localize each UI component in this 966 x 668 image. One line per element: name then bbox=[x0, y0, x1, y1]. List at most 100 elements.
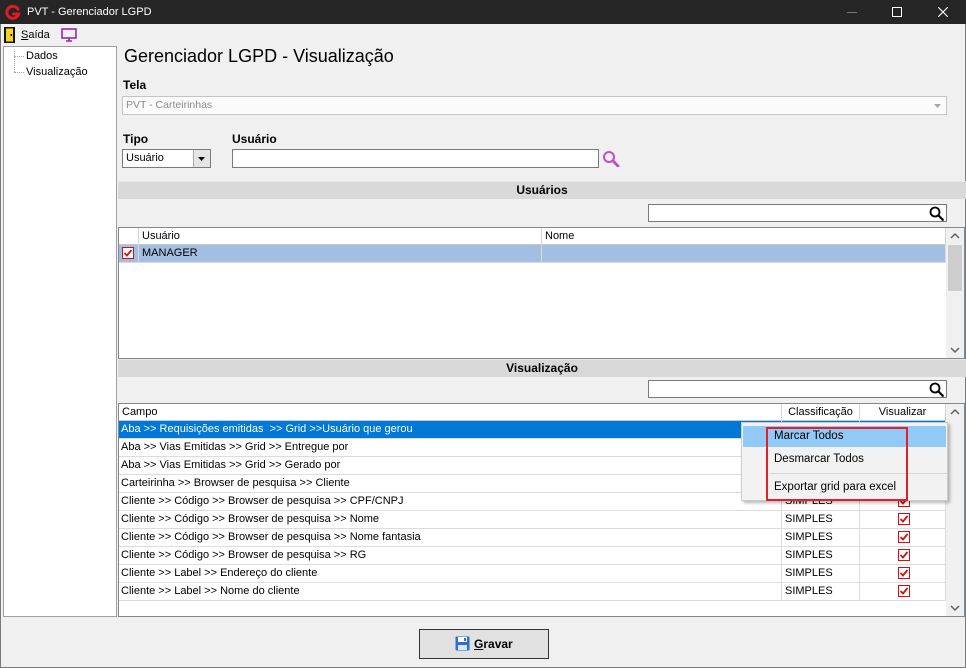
campo-cell: Carteirinha >> Browser de pesquisa >> Cl… bbox=[119, 475, 782, 493]
header-usuario[interactable]: Usuário bbox=[139, 228, 542, 245]
table-row[interactable]: MANAGER bbox=[119, 245, 946, 263]
tree-item-dados[interactable]: Dados bbox=[26, 49, 58, 63]
usuarios-filter[interactable] bbox=[648, 204, 947, 222]
save-button[interactable]: Gravar bbox=[419, 629, 549, 659]
tela-dropdown-button bbox=[929, 97, 946, 114]
chevron-down-icon bbox=[950, 347, 960, 354]
campo-cell: Aba >> Vias Emitidas >> Grid >> Entregue… bbox=[119, 439, 782, 457]
header-check-column[interactable] bbox=[119, 228, 139, 245]
usuarios-section-header: Usuários bbox=[118, 181, 966, 199]
classificacao-cell: SIMPLES bbox=[782, 547, 860, 565]
usuario-input[interactable] bbox=[232, 149, 599, 168]
tela-select-value: PVT - Carteirinhas bbox=[126, 99, 213, 111]
visualizacao-grid-scrollbar[interactable] bbox=[946, 404, 964, 616]
grid-header: Usuário Nome bbox=[119, 228, 946, 245]
scroll-down-button[interactable] bbox=[946, 341, 964, 358]
check-icon bbox=[899, 551, 909, 559]
visualizar-cell bbox=[860, 529, 946, 547]
exit-door-icon bbox=[4, 27, 15, 43]
header-campo[interactable]: Campo bbox=[119, 404, 782, 421]
chevron-up-icon bbox=[950, 408, 960, 415]
scroll-up-button[interactable] bbox=[946, 404, 964, 421]
visualizar-checkbox[interactable] bbox=[898, 549, 910, 561]
floppy-save-icon bbox=[455, 636, 470, 651]
check-icon bbox=[899, 569, 909, 577]
campo-cell: Cliente >> Código >> Browser de pesquisa… bbox=[119, 529, 782, 547]
campo-cell: Aba >> Vias Emitidas >> Grid >> Gerado p… bbox=[119, 457, 782, 475]
tree-connector-line bbox=[14, 51, 15, 72]
maximize-button[interactable] bbox=[874, 0, 920, 24]
visualizar-checkbox[interactable] bbox=[898, 585, 910, 597]
title-bar[interactable]: PVT - Gerenciador LGPD bbox=[0, 0, 966, 24]
visualizar-checkbox[interactable] bbox=[898, 567, 910, 579]
chevron-down-icon bbox=[934, 104, 941, 108]
usuario-cell: MANAGER bbox=[139, 245, 542, 263]
visualizar-cell bbox=[860, 511, 946, 529]
search-icon[interactable] bbox=[929, 206, 944, 221]
visualizacao-filter[interactable] bbox=[648, 380, 947, 398]
classificacao-cell: SIMPLES bbox=[782, 511, 860, 529]
navigation-tree[interactable]: Dados Visualização bbox=[3, 46, 117, 617]
search-icon bbox=[603, 151, 620, 167]
table-row[interactable]: Cliente >> Código >> Browser de pesquisa… bbox=[119, 529, 946, 547]
tipo-select-value: Usuário bbox=[126, 152, 164, 164]
tela-label: Tela bbox=[123, 78, 147, 92]
tree-connector-line bbox=[14, 72, 24, 73]
usuario-lookup-button[interactable] bbox=[601, 149, 622, 168]
usuarios-grid[interactable]: Usuário Nome MANAGER bbox=[118, 227, 965, 359]
check-icon bbox=[123, 249, 133, 257]
campo-cell: Cliente >> Código >> Browser de pesquisa… bbox=[119, 511, 782, 529]
visualizar-cell bbox=[860, 583, 946, 601]
campo-cell: Aba >> Requisições emitidas >> Grid >>Us… bbox=[119, 421, 782, 439]
check-icon bbox=[899, 533, 909, 541]
page-title: Gerenciador LGPD - Visualização bbox=[124, 46, 394, 66]
campo-cell: Cliente >> Código >> Browser de pesquisa… bbox=[119, 493, 782, 511]
minimize-button[interactable] bbox=[829, 0, 875, 24]
header-visualizar[interactable]: Visualizar bbox=[860, 404, 946, 421]
classificacao-cell: SIMPLES bbox=[782, 583, 860, 601]
usuario-label: Usuário bbox=[232, 132, 277, 146]
search-icon[interactable] bbox=[929, 382, 944, 397]
scroll-thumb[interactable] bbox=[948, 245, 962, 291]
tipo-label: Tipo bbox=[123, 132, 149, 146]
table-row[interactable]: Cliente >> Código >> Browser de pesquisa… bbox=[119, 547, 946, 565]
chevron-down-icon bbox=[198, 157, 205, 161]
app-logo-icon bbox=[5, 4, 21, 20]
minimize-icon bbox=[847, 12, 857, 13]
visualizacao-filter-input[interactable] bbox=[649, 381, 927, 397]
header-nome[interactable]: Nome bbox=[542, 228, 946, 245]
exit-menu-item[interactable]: Saída bbox=[3, 26, 53, 44]
close-icon bbox=[938, 7, 948, 17]
check-icon bbox=[899, 515, 909, 523]
chevron-up-icon bbox=[950, 232, 960, 239]
table-row[interactable]: Cliente >> Label >> Nome do cliente SIMPL… bbox=[119, 583, 946, 601]
classificacao-cell: SIMPLES bbox=[782, 565, 860, 583]
visualizacao-section-header: Visualização bbox=[118, 359, 966, 377]
header-classificacao[interactable]: Classificação bbox=[782, 404, 860, 421]
display-menu-button[interactable] bbox=[59, 26, 79, 44]
tipo-dropdown-button[interactable] bbox=[193, 150, 210, 167]
save-button-label: Gravar bbox=[474, 637, 513, 651]
menu-bar: Saída bbox=[0, 24, 966, 46]
check-icon bbox=[899, 587, 909, 595]
chevron-down-icon bbox=[950, 605, 960, 612]
grid-header: Campo Classificação Visualizar bbox=[119, 404, 946, 421]
visualizar-checkbox[interactable] bbox=[898, 513, 910, 525]
close-button[interactable] bbox=[920, 0, 966, 24]
nome-cell bbox=[542, 245, 946, 263]
visualizar-cell bbox=[860, 547, 946, 565]
tree-item-visualizacao[interactable]: Visualização bbox=[26, 65, 88, 79]
maximize-icon bbox=[892, 7, 902, 17]
visualizar-checkbox[interactable] bbox=[898, 531, 910, 543]
campo-cell: Cliente >> Código >> Browser de pesquisa… bbox=[119, 547, 782, 565]
table-row[interactable]: Cliente >> Label >> Endereço do cliente S… bbox=[119, 565, 946, 583]
usuarios-filter-input[interactable] bbox=[649, 205, 927, 221]
visualizar-cell bbox=[860, 565, 946, 583]
scroll-down-button[interactable] bbox=[946, 599, 964, 616]
window-title: PVT - Gerenciador LGPD bbox=[27, 6, 152, 18]
tipo-select[interactable]: Usuário bbox=[122, 149, 211, 168]
user-select-checkbox[interactable] bbox=[122, 247, 134, 259]
table-row[interactable]: Cliente >> Código >> Browser de pesquisa… bbox=[119, 511, 946, 529]
scroll-up-button[interactable] bbox=[946, 228, 964, 245]
usuarios-grid-scrollbar[interactable] bbox=[946, 228, 964, 358]
